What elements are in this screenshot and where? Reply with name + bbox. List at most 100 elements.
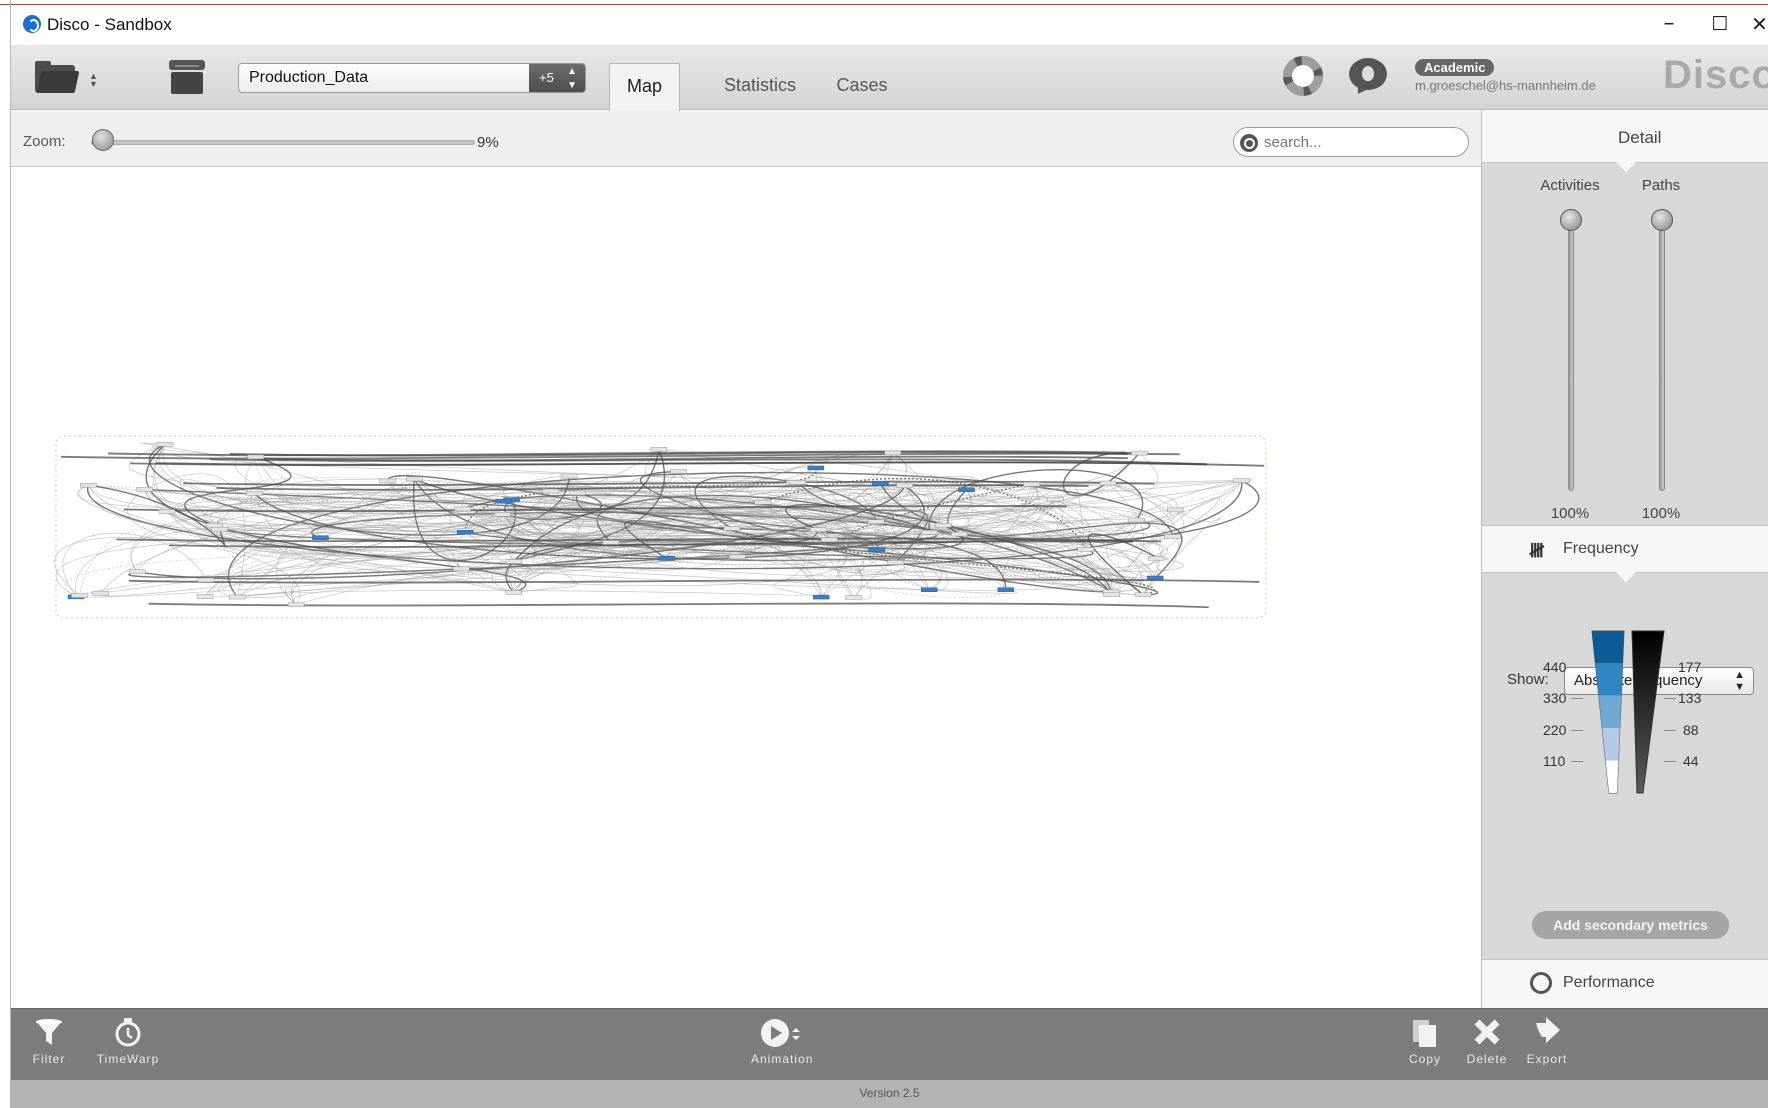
activity-node[interactable] [658,556,676,561]
add-secondary-metrics-button[interactable]: Add secondary metrics [1532,911,1729,939]
open-menu-arrows-icon[interactable]: ▲ ▼ [89,72,98,89]
activity-node[interactable] [670,469,687,474]
activity-node[interactable] [287,602,305,608]
activity-node[interactable] [494,512,511,517]
activity-node[interactable] [560,473,578,479]
minimize-button[interactable]: – [1646,9,1692,39]
dataset-selector[interactable]: Production_Data +5 ▲ ▼ [238,63,586,93]
activity-node[interactable] [1167,507,1184,513]
activity-node[interactable] [754,499,771,505]
activity-node[interactable] [951,531,968,537]
activity-node[interactable] [812,594,830,600]
activity-node[interactable] [997,587,1015,592]
open-folder-icon[interactable] [35,61,80,93]
activity-node[interactable] [206,522,223,528]
activity-node[interactable] [505,559,523,564]
activity-node[interactable] [92,591,109,596]
search-field[interactable] [1233,127,1469,157]
dataset-count-badge[interactable]: +5 ▲ ▼ [529,64,585,92]
activity-node[interactable] [807,465,825,471]
timewarp-button[interactable]: TimeWarp [96,1017,160,1066]
activity-node[interactable] [958,487,975,492]
activity-node[interactable] [1233,478,1250,483]
activity-node[interactable] [80,482,97,488]
zoom-slider-knob[interactable] [92,129,115,151]
animation-button[interactable]: Animation [751,1017,813,1066]
activity-scale-bands [1592,631,1624,793]
activity-node[interactable] [1131,450,1148,456]
activity-node[interactable] [1047,496,1064,502]
activity-node[interactable] [650,447,668,452]
activity-node[interactable] [1147,556,1165,561]
tab-cases[interactable]: Cases [821,63,903,110]
activity-node[interactable] [454,506,472,512]
activity-node[interactable] [1146,575,1164,581]
activity-node[interactable] [867,519,885,524]
project-archive-icon[interactable] [169,60,205,94]
activity-node[interactable] [453,566,470,572]
activity-node[interactable] [1099,480,1117,486]
activity-node[interactable] [896,483,913,488]
activity-node[interactable] [156,442,174,447]
activity-node[interactable] [246,491,263,496]
activity-node[interactable] [196,594,214,599]
process-map-graph[interactable] [11,168,1481,1008]
activity-node[interactable] [868,547,886,552]
filter-button[interactable]: Filter [31,1017,67,1066]
activity-node[interactable] [1134,592,1152,598]
activity-node[interactable] [887,560,905,565]
activity-node[interactable] [729,554,746,560]
copy-button[interactable]: Copy [1405,1017,1445,1066]
activity-node[interactable] [406,476,423,482]
feedback-bug-icon[interactable] [1349,58,1387,90]
search-input[interactable] [1264,132,1454,152]
activity-node[interactable] [211,526,228,532]
activity-node[interactable] [71,593,88,598]
zoom-bar: Zoom: 9% [11,111,1481,167]
activity-scale-label: 110 [1543,753,1566,769]
activity-node[interactable] [495,498,512,504]
activity-node[interactable] [1164,534,1181,539]
activity-node[interactable] [809,527,827,532]
activity-scale-label: 330 [1543,690,1567,706]
activity-node[interactable] [1128,517,1145,523]
activity-node[interactable] [1077,547,1094,552]
activity-node[interactable] [136,487,153,492]
maximize-button[interactable]: ☐ [1697,9,1743,39]
activity-node[interactable] [228,594,246,600]
disco-app-icon [23,15,41,33]
process-path-edge [1142,509,1222,596]
activity-node[interactable] [723,526,741,531]
help-lifebuoy-icon[interactable] [1283,56,1323,96]
tab-statistics[interactable]: Statistics [701,63,819,110]
performance-header[interactable]: Performance [1482,959,1768,1008]
activity-node[interactable] [820,537,838,543]
activity-node[interactable] [920,587,938,592]
activity-node[interactable] [312,535,329,540]
process-map-canvas[interactable] [11,168,1481,1008]
activity-node[interactable] [789,480,806,485]
activity-node[interactable] [934,522,952,528]
export-button[interactable]: Export [1523,1017,1571,1066]
activity-node[interactable] [379,478,396,484]
activity-node[interactable] [602,540,620,545]
activity-node[interactable] [197,577,215,583]
activity-node[interactable] [921,530,938,535]
zoom-slider[interactable] [91,140,475,145]
tab-map[interactable]: Map [609,63,680,111]
activity-node[interactable] [872,481,889,486]
activity-node[interactable] [845,595,862,600]
activity-node[interactable] [1103,592,1120,597]
activity-node[interactable] [247,454,264,460]
activity-node[interactable] [1023,481,1040,487]
activity-node[interactable] [456,530,474,535]
activity-node[interactable] [128,569,146,574]
activity-node[interactable] [569,490,586,496]
activity-node[interactable] [505,590,522,595]
close-button[interactable]: ✕ [1751,9,1768,39]
process-path-edge [237,588,297,606]
delete-button[interactable]: Delete [1464,1017,1510,1066]
activity-node[interactable] [542,488,559,494]
activity-node[interactable] [158,509,176,514]
activity-node[interactable] [884,450,901,456]
